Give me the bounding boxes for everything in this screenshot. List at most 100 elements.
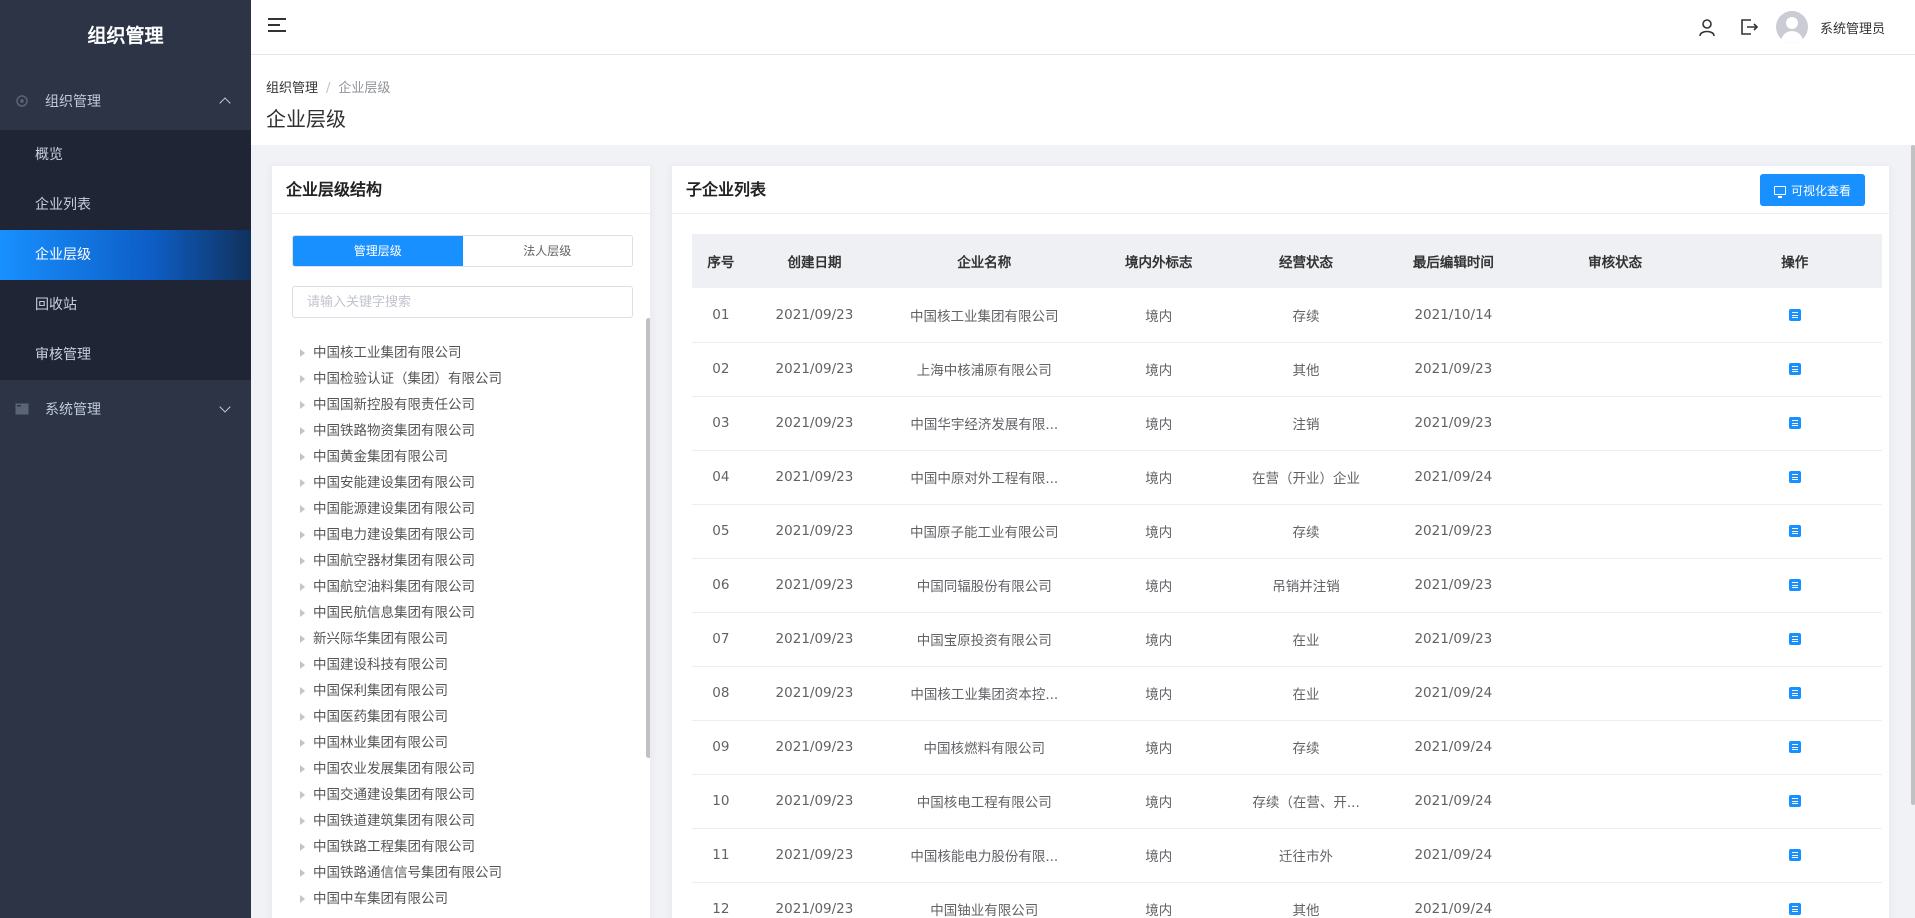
edit-doc-icon[interactable]	[1788, 308, 1801, 321]
hierarchy-tabs: 管理层级 法人层级	[292, 235, 633, 267]
menu-fold-icon[interactable]	[268, 18, 286, 34]
company-tree: 中国核工业集团有限公司 中国检验认证（集团）有限公司中国国新控股有限责任公司中国铁…	[298, 340, 618, 912]
caret-right-icon[interactable]	[300, 583, 305, 591]
table-cell: 2021/09/23	[1384, 612, 1523, 667]
tree-node[interactable]: 中国保利集团有限公司	[298, 678, 618, 704]
tree-node[interactable]: 中国电力建设集团有限公司	[298, 522, 618, 548]
table-cell-action	[1707, 288, 1882, 343]
menu-group-org[interactable]: 组织管理	[0, 72, 251, 130]
tree-node[interactable]: 中国检验认证（集团）有限公司	[298, 366, 618, 392]
table-cell	[1522, 288, 1708, 343]
table-cell: 吊销并注销	[1228, 558, 1385, 613]
caret-right-icon[interactable]	[300, 791, 305, 799]
caret-right-icon[interactable]	[300, 375, 305, 383]
edit-doc-icon[interactable]	[1788, 633, 1801, 645]
tree-node[interactable]: 中国交通建设集团有限公司	[298, 782, 618, 808]
tree-node[interactable]: 中国黄金集团有限公司	[298, 444, 618, 470]
table-cell: 2021/09/23	[749, 288, 880, 343]
tree-node[interactable]: 中国铁路工程集团有限公司	[298, 834, 618, 860]
edit-doc-icon[interactable]	[1788, 741, 1801, 753]
tree-node[interactable]: 新兴际华集团有限公司	[298, 626, 618, 652]
edit-doc-icon[interactable]	[1788, 471, 1801, 483]
tab-management-hierarchy[interactable]: 管理层级	[293, 236, 463, 266]
table-row: 11 2021/09/23 中国核能电力股份有限... 境内 迁往市外 2021/09/2…	[692, 828, 1882, 883]
tree-node[interactable]: 中国航空器材集团有限公司	[298, 548, 618, 574]
edit-doc-icon[interactable]	[1788, 795, 1801, 807]
tree-node[interactable]: 中国铁道建筑集团有限公司	[298, 808, 618, 834]
username[interactable]: 系统管理员	[1820, 18, 1885, 37]
edit-doc-icon[interactable]	[1788, 363, 1801, 375]
caret-right-icon[interactable]	[300, 505, 305, 513]
edit-doc-icon[interactable]	[1788, 687, 1801, 699]
caret-right-icon[interactable]	[300, 479, 305, 487]
search-input[interactable]	[292, 286, 633, 318]
page-scrollbar[interactable]	[1911, 145, 1915, 805]
sidebar-item-company-list[interactable]: 企业列表	[0, 180, 251, 230]
table-cell: 中国宝原投资有限公司	[879, 612, 1090, 667]
tree-node[interactable]: 中国民航信息集团有限公司	[298, 600, 618, 626]
tree-scrollbar[interactable]	[646, 318, 650, 758]
tree-node[interactable]: 中国医药集团有限公司	[298, 704, 618, 730]
caret-right-icon[interactable]	[300, 713, 305, 721]
table-cell: 08	[692, 666, 750, 721]
caret-right-icon[interactable]	[300, 739, 305, 747]
caret-right-icon[interactable]	[300, 427, 305, 435]
edit-doc-icon[interactable]	[1788, 417, 1801, 429]
tree-node[interactable]: 中国中车集团有限公司	[298, 886, 618, 912]
edit-doc-icon[interactable]	[1788, 579, 1801, 591]
table-row: 05 2021/09/23 中国原子能工业有限公司 境内 存续 2021/09/23	[692, 504, 1882, 559]
sidebar-item-overview[interactable]: 概览	[0, 130, 251, 180]
caret-right-icon[interactable]	[300, 531, 305, 539]
tree-node-label: 中国交通建设集团有限公司	[313, 787, 475, 803]
caret-right-icon[interactable]	[300, 817, 305, 825]
tree-node[interactable]: 中国国新控股有限责任公司	[298, 392, 618, 418]
tree-node-label: 中国保利集团有限公司	[313, 683, 448, 699]
visualize-button[interactable]: 可视化查看	[1759, 174, 1865, 206]
caret-right-icon[interactable]	[300, 349, 305, 357]
tree-node-label: 中国安能建设集团有限公司	[313, 475, 475, 491]
caret-right-icon[interactable]	[300, 687, 305, 695]
tree-node[interactable]: 中国林业集团有限公司	[298, 730, 618, 756]
tree-node[interactable]: 中国能源建设集团有限公司	[298, 496, 618, 522]
caret-right-icon[interactable]	[300, 765, 305, 773]
table-cell: 11	[692, 828, 750, 883]
sidebar-item-audit[interactable]: 审核管理	[0, 330, 251, 380]
column-header: 操作	[1707, 234, 1882, 288]
sidebar-item-recycle[interactable]: 回收站	[0, 280, 251, 330]
edit-doc-icon[interactable]	[1788, 903, 1801, 915]
tree-node[interactable]: 中国建设科技有限公司	[298, 652, 618, 678]
caret-right-icon[interactable]	[300, 635, 305, 643]
caret-right-icon[interactable]	[300, 453, 305, 461]
edit-doc-icon[interactable]	[1788, 849, 1801, 861]
caret-right-icon[interactable]	[300, 661, 305, 669]
caret-right-icon[interactable]	[300, 557, 305, 565]
edit-doc-icon[interactable]	[1788, 525, 1801, 537]
menu-group-system[interactable]: 系统管理	[0, 380, 251, 438]
tree-node[interactable]: 中国铁路通信信号集团有限公司	[298, 860, 618, 886]
sidebar-item-hierarchy[interactable]: 企业层级	[0, 230, 251, 280]
tree-node[interactable]: 中国核工业集团有限公司	[298, 340, 618, 366]
table-cell: 存续	[1228, 504, 1385, 559]
caret-right-icon[interactable]	[300, 609, 305, 617]
tree-node[interactable]: 中国铁路物资集团有限公司	[298, 418, 618, 444]
tab-legal-hierarchy[interactable]: 法人层级	[462, 236, 632, 266]
logout-icon[interactable]	[1738, 16, 1760, 38]
tree-node[interactable]: 中国航空油料集团有限公司	[298, 574, 618, 600]
subsidiary-table: 序号 创建日期 企业名称 境内外标志 经营状态 最后编辑时间 审核状态 操作 01 2021/0…	[692, 234, 1882, 918]
caret-right-icon[interactable]	[300, 401, 305, 409]
tree-node-label: 中国国新控股有限责任公司	[313, 397, 475, 413]
caret-right-icon[interactable]	[300, 895, 305, 903]
caret-right-icon[interactable]	[300, 843, 305, 851]
tree-node[interactable]: 中国农业发展集团有限公司	[298, 756, 618, 782]
table-cell: 中国同辐股份有限公司	[879, 558, 1090, 613]
table-cell: 2021/09/23	[749, 396, 880, 451]
table-cell-action	[1707, 774, 1882, 829]
user-icon[interactable]	[1696, 16, 1718, 38]
caret-right-icon[interactable]	[300, 869, 305, 877]
avatar[interactable]	[1775, 11, 1808, 43]
table-cell	[1522, 666, 1708, 721]
breadcrumb-parent[interactable]: 组织管理	[266, 81, 318, 96]
table-row: 09 2021/09/23 中国核燃料有限公司 境内 存续 2021/09/24	[692, 720, 1882, 775]
tree-node[interactable]: 中国安能建设集团有限公司	[298, 470, 618, 496]
table-cell-action	[1707, 612, 1882, 667]
